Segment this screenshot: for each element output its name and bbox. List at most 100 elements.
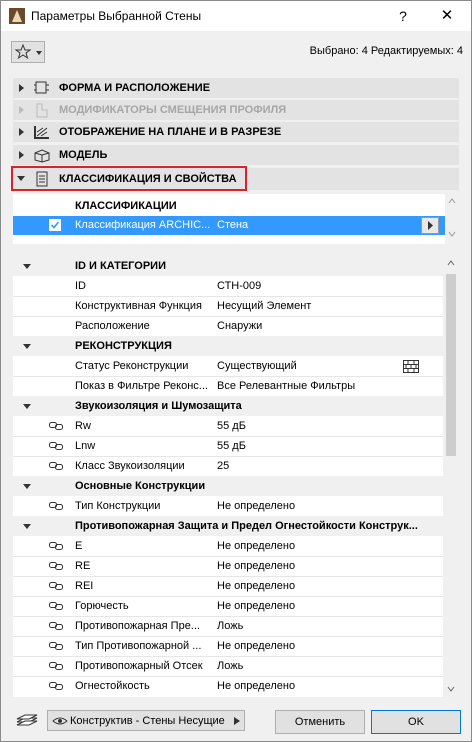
collapse-arrow-icon[interactable]: [23, 404, 31, 409]
row-divider: [13, 316, 443, 317]
link-icon: [49, 462, 63, 470]
section-profile-modifiers: МОДИФИКАТОРЫ СМЕЩЕНИЯ ПРОФИЛЯ: [13, 100, 459, 120]
property-value[interactable]: Несущий Элемент: [217, 300, 311, 312]
property-name: Статус Реконструкции: [75, 360, 189, 372]
property-value[interactable]: Не определено: [217, 640, 295, 652]
property-name: Тип Противопожарной ...: [75, 640, 202, 652]
property-row[interactable]: Расположение Снаружи: [13, 316, 443, 336]
collapse-arrow-icon[interactable]: [23, 264, 31, 269]
eye-icon: [52, 717, 68, 725]
collapse-arrow-icon[interactable]: [23, 484, 31, 489]
expand-arrow-icon[interactable]: [19, 128, 24, 136]
property-value[interactable]: Не определено: [217, 500, 295, 512]
property-name: Lnw: [75, 440, 96, 452]
property-value[interactable]: Не определено: [217, 560, 295, 572]
group-id-categories[interactable]: ID И КАТЕГОРИИ: [13, 256, 443, 276]
group-label: Звукоизоляция и Шумозащита: [75, 400, 242, 412]
link-icon: [49, 662, 63, 670]
section-model[interactable]: МОДЕЛЬ: [13, 145, 459, 165]
highlight-frame: [11, 166, 247, 191]
help-button[interactable]: ?: [391, 5, 415, 27]
property-row[interactable]: Класс Звукоизоляции 25: [13, 456, 443, 476]
classification-scrollbar[interactable]: [445, 194, 459, 244]
property-row[interactable]: Огнестойкость Не определено: [13, 676, 443, 696]
property-row[interactable]: Противопожарный Отсек Ложь: [13, 656, 443, 676]
collapse-arrow-icon[interactable]: [23, 344, 31, 349]
property-name: E: [75, 540, 83, 552]
group-label: ID И КАТЕГОРИИ: [75, 260, 166, 272]
property-value[interactable]: Не определено: [217, 680, 295, 692]
expand-arrow-icon[interactable]: [19, 84, 24, 92]
property-row[interactable]: Тип Противопожарной ... Не определено: [13, 636, 443, 656]
property-row[interactable]: Статус Реконструкции Существующий: [13, 356, 443, 376]
section-label: ФОРМА И РАСПОЛОЖЕНИЕ: [59, 82, 211, 94]
group-reconstruction[interactable]: РЕКОНСТРУКЦИЯ: [13, 336, 443, 356]
link-icon: [49, 422, 63, 430]
property-value[interactable]: Снаружи: [217, 320, 262, 332]
link-icon: [49, 562, 63, 570]
property-value[interactable]: СТН-009: [217, 280, 261, 292]
property-name: Противопожарный Отсек: [75, 660, 203, 672]
layers-icon[interactable]: [15, 713, 39, 729]
property-row[interactable]: Конструктивная Функция Несущий Элемент: [13, 296, 443, 316]
cancel-button[interactable]: Отменить: [275, 710, 365, 734]
property-name: Конструктивная Функция: [75, 300, 202, 312]
archicad-app-icon: [9, 8, 25, 24]
property-row[interactable]: Тип Конструкции Не определено: [13, 496, 443, 516]
check-icon: [50, 221, 60, 229]
section-floor-plan[interactable]: ОТОБРАЖЕНИЕ НА ПЛАНЕ И В РАЗРЕЗЕ: [13, 122, 459, 142]
ok-button[interactable]: OK: [371, 710, 461, 734]
property-value[interactable]: Не определено: [217, 580, 295, 592]
group-sound-insulation[interactable]: Звукоизоляция и Шумозащита: [13, 396, 443, 416]
property-row[interactable]: Показ в Фильтре Реконс... Все Релевантны…: [13, 376, 443, 396]
property-row[interactable]: Горючесть Не определено: [13, 596, 443, 616]
section-geometry[interactable]: ФОРМА И РАСПОЛОЖЕНИЕ: [13, 78, 459, 98]
property-row[interactable]: RE Не определено: [13, 556, 443, 576]
property-row[interactable]: Lnw 55 дБ: [13, 436, 443, 456]
section-label: ОТОБРАЖЕНИЕ НА ПЛАНЕ И В РАЗРЕЗЕ: [59, 126, 282, 138]
collapse-arrow-icon[interactable]: [23, 524, 31, 529]
title-bar: Параметры Выбранной Стены ? ✕: [1, 1, 471, 31]
checkbox[interactable]: [49, 219, 61, 231]
row-divider: [13, 456, 443, 457]
property-value[interactable]: Ложь: [217, 620, 243, 632]
property-value[interactable]: 55 дБ: [217, 420, 246, 432]
favorites-button[interactable]: [11, 41, 45, 63]
property-row[interactable]: ID СТН-009: [13, 276, 443, 296]
property-value[interactable]: Все Релевантные Фильтры: [217, 380, 355, 392]
expand-arrow-icon: [19, 106, 24, 114]
group-label: Основные Конструкции: [75, 480, 206, 492]
row-divider: [13, 576, 443, 577]
expand-arrow-icon[interactable]: [19, 151, 24, 159]
scrollbar-thumb[interactable]: [446, 274, 456, 456]
link-icon: [49, 602, 63, 610]
classification-header: КЛАССИФИКАЦИИ: [75, 200, 177, 212]
row-divider: [13, 596, 443, 597]
group-fire-protection[interactable]: Противопожарная Защита и Предел Огнестой…: [13, 516, 443, 536]
property-name: Тип Конструкции: [75, 500, 161, 512]
property-row[interactable]: E Не определено: [13, 536, 443, 556]
property-row[interactable]: REI Не определено: [13, 576, 443, 596]
property-value[interactable]: Существующий: [217, 360, 297, 372]
link-icon: [49, 502, 63, 510]
property-name: Огнестойкость: [75, 680, 150, 692]
favorite-dropdown[interactable]: Конструктив - Стены Несущие: [47, 710, 245, 731]
properties-scrollbar[interactable]: [443, 256, 459, 697]
property-row[interactable]: Rw 55 дБ: [13, 416, 443, 436]
close-button[interactable]: ✕: [435, 5, 459, 27]
section-label: МОДЕЛЬ: [59, 149, 108, 161]
arrow-right-icon: [234, 717, 240, 725]
row-divider: [13, 656, 443, 657]
property-value[interactable]: Ложь: [217, 660, 243, 672]
property-value[interactable]: Не определено: [217, 540, 295, 552]
classification-picker-button[interactable]: [421, 217, 439, 234]
group-basic-constructions[interactable]: Основные Конструкции: [13, 476, 443, 496]
classification-row[interactable]: Классификация ARCHIC... Стена: [13, 216, 445, 235]
property-value[interactable]: Не определено: [217, 600, 295, 612]
property-value[interactable]: 55 дБ: [217, 440, 246, 452]
row-divider: [13, 636, 443, 637]
property-row[interactable]: Противопожарная Пре... Ложь: [13, 616, 443, 636]
property-value[interactable]: 25: [217, 460, 229, 472]
property-name: Горючесть: [75, 600, 129, 612]
classification-value: Стена: [217, 219, 249, 231]
